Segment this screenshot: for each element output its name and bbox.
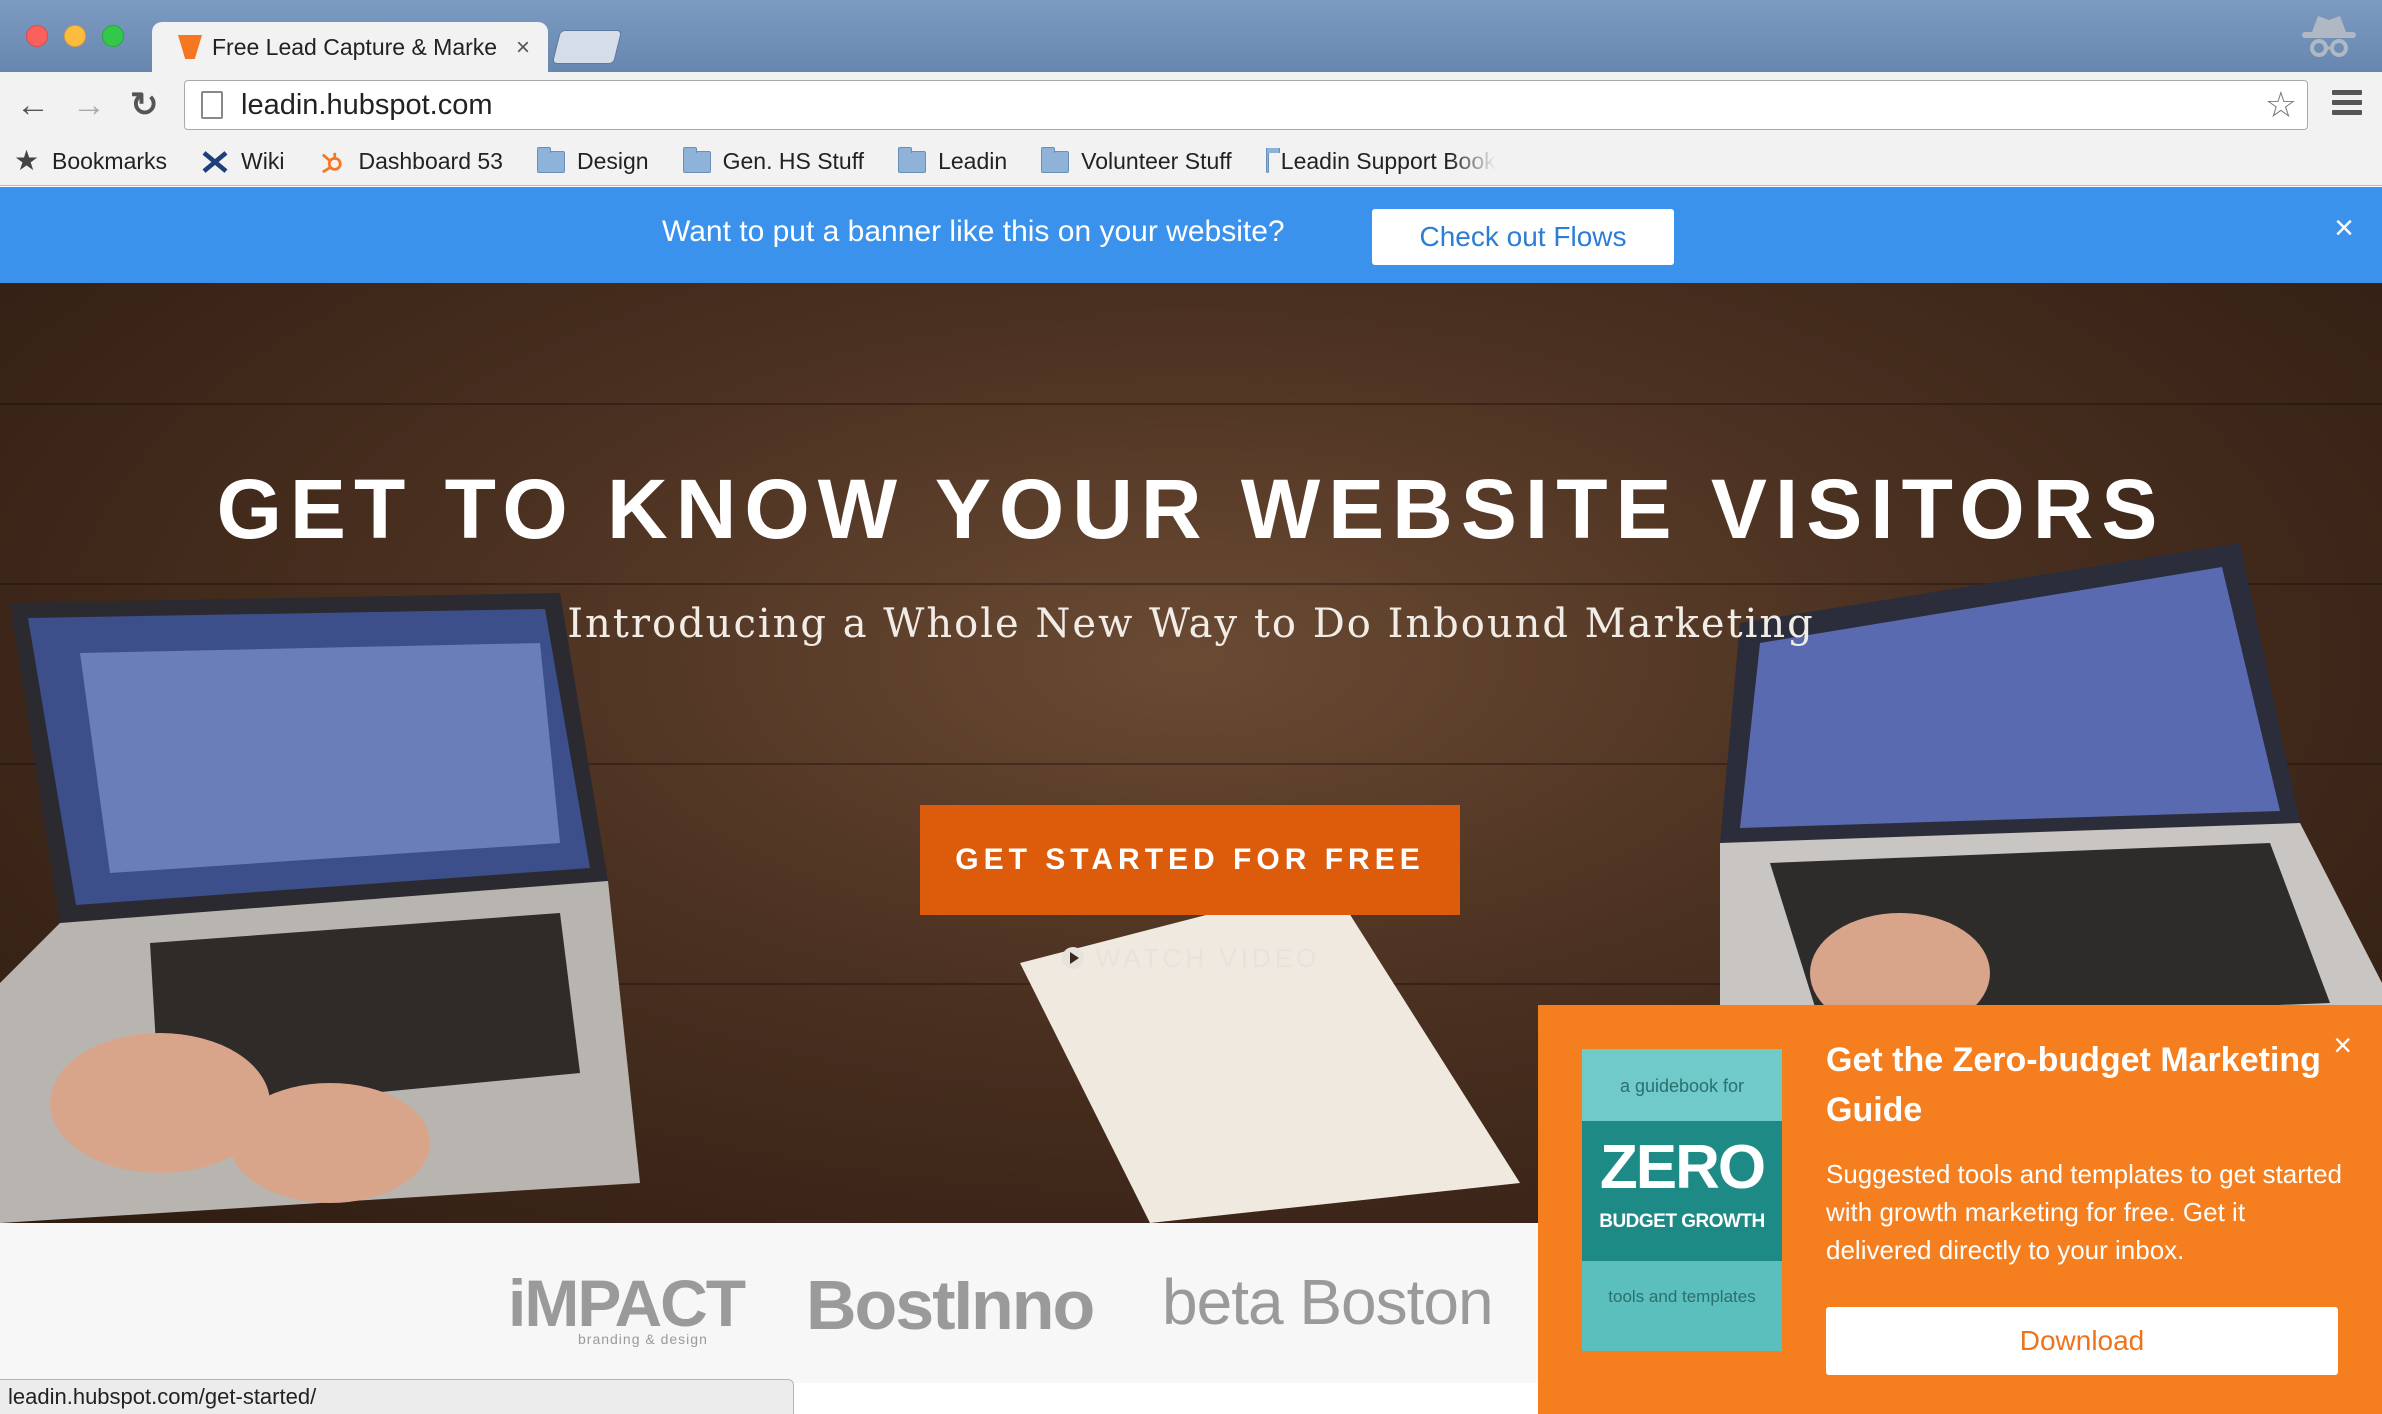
get-started-button[interactable]: GET STARTED FOR FREE [920, 805, 1460, 915]
address-bar-url[interactable]: leadin.hubspot.com [241, 89, 493, 122]
book-cover-bottom: tools and templates [1608, 1287, 1756, 1306]
bookmark-volunteer-stuff[interactable]: Volunteer Stuff [1041, 146, 1232, 175]
folder-icon [1265, 148, 1281, 173]
popup-close-icon[interactable]: × [2333, 1027, 2352, 1064]
maximize-window-button[interactable] [102, 25, 124, 47]
folder-icon [536, 146, 565, 173]
bookmark-leadin-support-book[interactable]: Leadin Support Book [1265, 148, 1496, 175]
browser-menu-icon[interactable] [2332, 90, 2362, 118]
incognito-icon [2302, 16, 2356, 57]
bookmarks-bar: ★ Bookmarks Wiki Dashboard 53 Design Gen… [0, 138, 2382, 186]
back-button[interactable]: ← [16, 86, 50, 124]
bookmark-design[interactable]: Design [536, 146, 649, 175]
hubspot-favicon-icon [178, 35, 202, 59]
browser-titlebar: Free Lead Capture & Marke × [0, 0, 2382, 72]
forward-button[interactable]: → [72, 86, 106, 124]
flows-banner-close-icon[interactable]: × [2334, 209, 2354, 248]
download-button[interactable]: Download [1826, 1307, 2338, 1375]
book-cover-growth: BUDGET GROWTH [1599, 1211, 1765, 1232]
bookmark-star-icon[interactable]: ☆ [2265, 87, 2297, 123]
new-tab-button[interactable] [551, 30, 623, 64]
flows-banner: Want to put a banner like this on your w… [0, 187, 2382, 283]
check-out-flows-button[interactable]: Check out Flows [1372, 209, 1674, 265]
reload-button[interactable]: ↻ [130, 86, 159, 124]
book-cover-top: a guidebook for [1582, 1049, 1782, 1121]
close-window-button[interactable] [26, 25, 48, 47]
minimize-window-button[interactable] [64, 25, 86, 47]
guidebook-cover-image: a guidebook for ZERO BUDGET GROWTH tools… [1582, 1049, 1782, 1351]
folder-icon [898, 146, 927, 173]
hubspot-icon [322, 152, 343, 173]
betaboston-logo: beta Boston [1162, 1266, 1494, 1338]
browser-toolbar: ← → ↻ leadin.hubspot.com ☆ [0, 72, 2382, 138]
bookmark-bookmarks[interactable]: ★ Bookmarks [14, 144, 167, 176]
zero-budget-popup: a guidebook for ZERO BUDGET GROWTH tools… [1538, 1005, 2382, 1414]
bookmark-gen-hs-stuff[interactable]: Gen. HS Stuff [682, 146, 864, 175]
status-bar-url: leadin.hubspot.com/get-started/ [0, 1379, 794, 1414]
book-cover-band: ZERO BUDGET GROWTH [1582, 1121, 1782, 1261]
star-icon: ★ [14, 144, 40, 176]
browser-tab-active[interactable]: Free Lead Capture & Marke × [152, 22, 548, 72]
page-icon [201, 91, 223, 119]
popup-description: Suggested tools and templates to get sta… [1826, 1159, 2343, 1265]
hero-title: GET TO KNOW YOUR WEBSITE VISITORS [216, 462, 2166, 556]
folder-icon [682, 146, 711, 173]
watch-video-link[interactable]: WATCH VIDEO [0, 943, 2382, 974]
impact-logo: iMPACT branding & design [508, 1266, 746, 1347]
bookmark-dashboard[interactable]: Dashboard 53 [318, 148, 503, 175]
address-bar[interactable]: leadin.hubspot.com ☆ [184, 80, 2308, 130]
flows-banner-text: Want to put a banner like this on your w… [662, 215, 1285, 248]
tab-close-icon[interactable]: × [516, 34, 530, 62]
bookmark-leadin[interactable]: Leadin [898, 146, 1007, 175]
tab-title: Free Lead Capture & Marke [212, 33, 498, 60]
bookmark-wiki[interactable]: Wiki [201, 148, 284, 175]
hero-subtitle: Introducing a Whole New Way to Do Inboun… [567, 601, 1815, 647]
popup-title: Get the Zero-budget Marketing Guide [1826, 1041, 2321, 1129]
wiki-icon [202, 150, 228, 173]
bostinno-logo: BostInno [806, 1266, 1095, 1344]
book-cover-zero: ZERO [1599, 1133, 1766, 1202]
folder-icon [1041, 146, 1070, 173]
play-icon [1061, 947, 1084, 969]
